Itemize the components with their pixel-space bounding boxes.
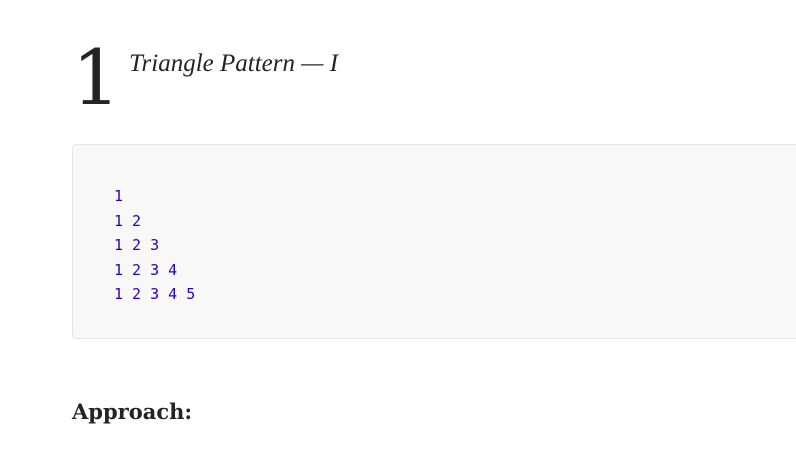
code-line: 1 2 3 <box>114 236 160 254</box>
code-lines: 1 1 2 1 2 3 1 2 3 4 1 2 3 4 5 <box>114 184 195 307</box>
code-block: 1 1 2 1 2 3 1 2 3 4 1 2 3 4 5 <box>72 144 796 339</box>
code-line: 1 2 <box>114 211 142 230</box>
code-line: 1 2 3 4 <box>114 260 178 279</box>
code-line: 1 <box>114 187 124 205</box>
section-number: 1 <box>72 33 121 122</box>
section-title: Triangle Pattern — I <box>129 50 339 77</box>
approach-heading: Approach: <box>72 399 193 424</box>
article-page: 1 Triangle Pattern — I 1 1 2 1 2 3 1 2 3… <box>0 0 796 456</box>
code-line: 1 2 3 4 5 <box>114 285 196 303</box>
